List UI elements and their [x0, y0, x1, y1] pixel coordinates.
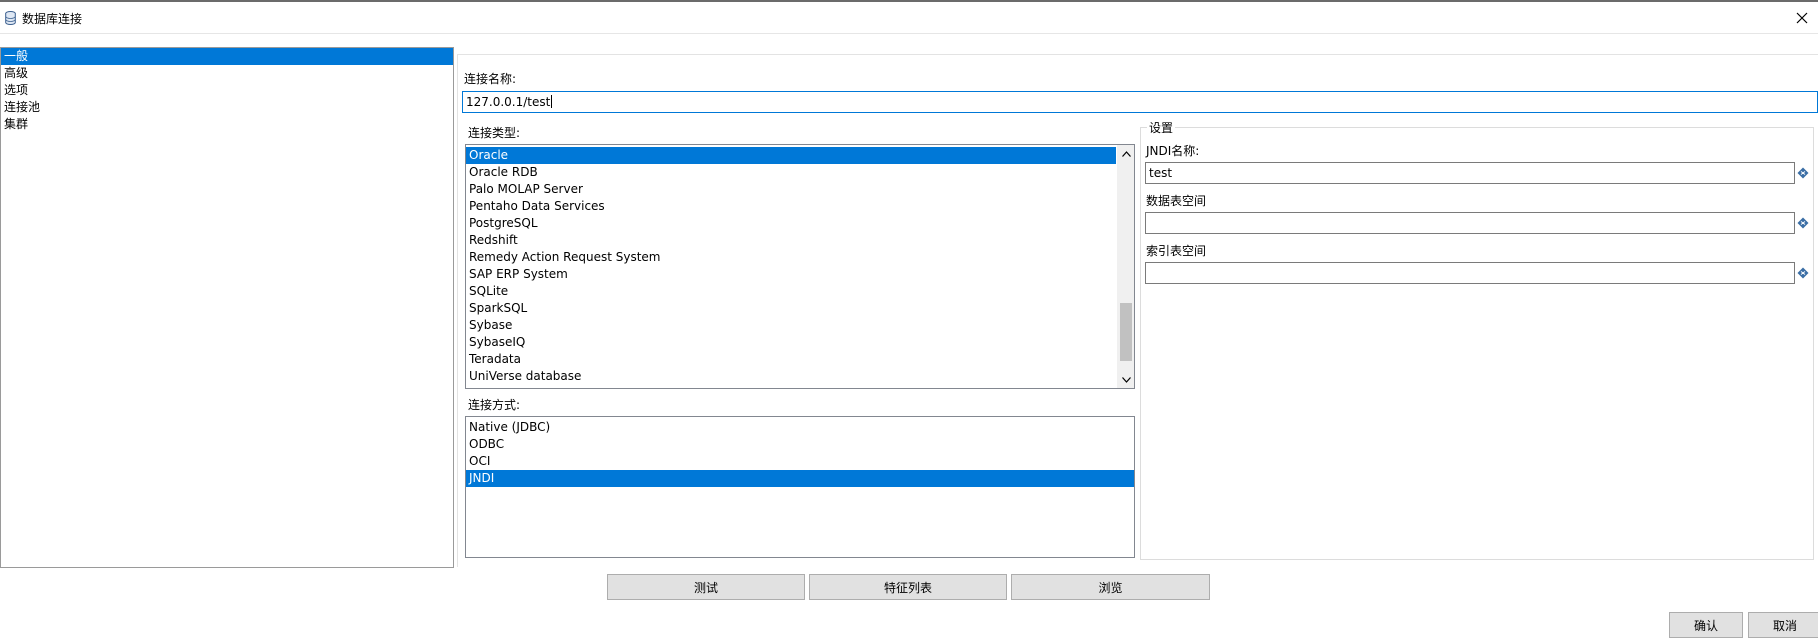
explore-button[interactable]: 浏览 — [1011, 574, 1210, 600]
data-tablespace-field[interactable] — [1145, 212, 1795, 234]
list-item[interactable]: Pentaho Data Services — [466, 198, 1134, 215]
list-item[interactable]: Redshift — [466, 232, 1134, 249]
ok-button[interactable]: 确认 — [1669, 612, 1743, 638]
settings-category-list[interactable]: 一般 高级 选项 连接池 集群 — [0, 47, 454, 568]
scroll-up-button[interactable] — [1118, 145, 1134, 162]
connection-type-list[interactable]: Oracle Oracle RDB Palo MOLAP Server Pent… — [465, 144, 1135, 389]
nav-item-options[interactable]: 选项 — [1, 82, 453, 99]
chevron-up-icon — [1122, 150, 1131, 157]
close-icon — [1796, 12, 1808, 24]
index-tablespace-field[interactable] — [1145, 262, 1795, 284]
jndi-name-field[interactable]: test — [1145, 162, 1795, 184]
nav-item-general[interactable]: 一般 — [1, 48, 453, 65]
variable-diamond-icon[interactable] — [1797, 217, 1809, 229]
list-item[interactable]: JNDI — [466, 470, 1134, 487]
connection-name-value: 127.0.0.1/test — [466, 95, 551, 109]
jndi-name-label: JNDI名称: — [1146, 144, 1200, 158]
jndi-name-value: test — [1149, 166, 1173, 180]
list-item[interactable]: Sybase — [466, 317, 1134, 334]
feature-list-button[interactable]: 特征列表 — [809, 574, 1007, 600]
access-method-list[interactable]: Native (JDBC) ODBC OCI JNDI — [465, 416, 1135, 558]
cancel-button[interactable]: 取消 — [1748, 612, 1818, 638]
data-tablespace-label: 数据表空间 — [1146, 194, 1207, 208]
list-item[interactable]: Remedy Action Request System — [466, 249, 1134, 266]
connection-name-input[interactable]: 127.0.0.1/test — [462, 91, 1818, 113]
access-method-label: 连接方式: — [468, 398, 521, 412]
connection-name-label: 连接名称: — [464, 72, 517, 86]
chevron-down-icon — [1122, 376, 1131, 383]
list-item[interactable]: SybaseIQ — [466, 334, 1134, 351]
index-tablespace-label: 索引表空间 — [1146, 244, 1207, 258]
nav-item-pooling[interactable]: 连接池 — [1, 99, 453, 116]
test-button[interactable]: 测试 — [607, 574, 805, 600]
settings-legend: 设置 — [1147, 119, 1176, 136]
database-icon — [5, 11, 16, 25]
scroll-down-button[interactable] — [1118, 371, 1134, 388]
list-item[interactable]: Oracle — [466, 147, 1116, 164]
list-item[interactable]: PostgreSQL — [466, 215, 1134, 232]
list-item[interactable]: Palo MOLAP Server — [466, 181, 1134, 198]
list-item[interactable]: Teradata — [466, 351, 1134, 368]
connection-type-scrollbar[interactable] — [1117, 145, 1134, 388]
connection-type-label: 连接类型: — [468, 126, 521, 140]
title-bar: 数据库连接 — [0, 0, 1818, 34]
text-caret — [551, 95, 553, 108]
window-title: 数据库连接 — [22, 12, 83, 26]
list-item[interactable]: UniVerse database — [466, 368, 1134, 385]
list-item[interactable]: SQLite — [466, 283, 1134, 300]
list-item[interactable]: Oracle RDB — [466, 164, 1134, 181]
list-item[interactable]: OCI — [466, 453, 1134, 470]
list-item[interactable]: SparkSQL — [466, 300, 1134, 317]
list-item[interactable]: Native (JDBC) — [466, 419, 1134, 436]
variable-diamond-icon[interactable] — [1797, 167, 1809, 179]
close-button[interactable] — [1790, 6, 1814, 30]
list-item[interactable]: ODBC — [466, 436, 1134, 453]
nav-item-clustering[interactable]: 集群 — [1, 116, 453, 133]
scroll-thumb[interactable] — [1120, 303, 1132, 361]
nav-item-advanced[interactable]: 高级 — [1, 65, 453, 82]
settings-group — [1140, 127, 1814, 560]
variable-diamond-icon[interactable] — [1797, 267, 1809, 279]
list-item[interactable]: SAP ERP System — [466, 266, 1134, 283]
